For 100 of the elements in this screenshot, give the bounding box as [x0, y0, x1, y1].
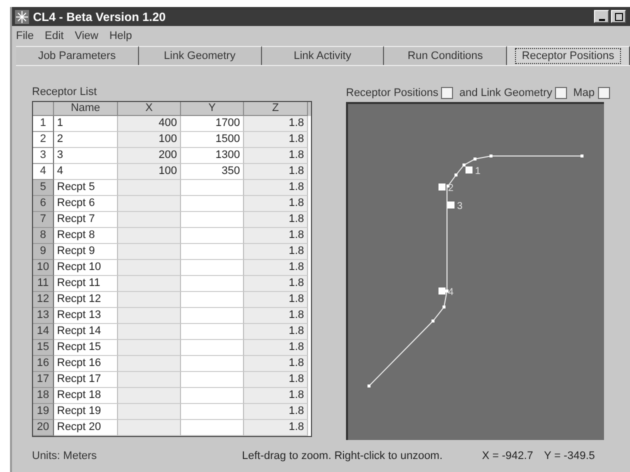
table-cell[interactable]: 1.8 — [244, 228, 308, 244]
table-cell[interactable]: Recpt 15 — [54, 340, 118, 356]
y-coordinate: Y = -349.5 — [544, 450, 596, 462]
table-cell[interactable]: 1.8 — [244, 260, 308, 276]
receptor-label: 4 — [448, 287, 454, 298]
row-header[interactable]: 12 — [33, 292, 54, 308]
table-cell[interactable]: Recpt 16 — [54, 356, 118, 372]
table-cell[interactable]: Recpt 20 — [54, 420, 118, 436]
table-cell[interactable]: 100 — [118, 132, 181, 148]
row-header[interactable]: 17 — [33, 372, 54, 388]
table-cell[interactable]: 1.8 — [244, 292, 308, 308]
row-header[interactable]: 15 — [33, 340, 54, 356]
table-cell[interactable]: 1.8 — [244, 388, 308, 404]
menu-item[interactable]: Help — [109, 30, 132, 42]
row-header[interactable]: 9 — [33, 244, 54, 260]
checkbox[interactable] — [598, 87, 610, 99]
tab[interactable]: Link Geometry — [138, 46, 262, 65]
table-cell[interactable]: 4 — [54, 164, 118, 180]
option-label: Receptor Positions — [346, 87, 438, 99]
table-cell[interactable]: 1.8 — [244, 372, 308, 388]
table-cell[interactable]: Recpt 11 — [54, 276, 118, 292]
row-header[interactable]: 4 — [33, 164, 54, 180]
row-header[interactable]: 11 — [33, 276, 54, 292]
table-cell[interactable]: Recpt 7 — [54, 212, 118, 228]
table-cell[interactable]: 1.8 — [244, 244, 308, 260]
receptor-marker[interactable] — [438, 184, 446, 190]
row-header[interactable]: 7 — [33, 212, 54, 228]
table-cell[interactable]: Recpt 13 — [54, 308, 118, 324]
table-cell[interactable]: Recpt 14 — [54, 324, 118, 340]
receptor-label: 2 — [448, 183, 454, 194]
table-cell[interactable]: 1.8 — [244, 356, 308, 372]
tab[interactable]: Run Conditions — [384, 46, 508, 65]
table-cell[interactable]: 1.8 — [244, 132, 308, 148]
table-cell[interactable]: 1.8 — [244, 404, 308, 420]
units-label: Units: Meters — [31, 450, 98, 462]
table-cell[interactable]: 100 — [118, 164, 181, 180]
row-header[interactable]: 16 — [33, 356, 54, 372]
table-cell[interactable]: 1.8 — [244, 164, 308, 180]
table-cell[interactable]: Recpt 19 — [54, 404, 118, 420]
receptor-label: 1 — [475, 166, 481, 177]
table-cell[interactable]: 1.8 — [244, 340, 308, 356]
x-coordinate: X = -942.7 — [482, 450, 534, 462]
table-cell[interactable]: Recpt 17 — [54, 372, 118, 388]
table-cell[interactable]: Recpt 9 — [54, 244, 118, 260]
window-title: CL4 - Beta Version 1.20 — [33, 10, 166, 24]
app-icon — [15, 10, 29, 24]
table-cell[interactable]: 200 — [118, 148, 181, 164]
column-header[interactable]: Y — [181, 102, 244, 116]
row-header[interactable]: 20 — [33, 420, 54, 436]
table-cell[interactable]: Recpt 18 — [54, 388, 118, 404]
receptor-marker[interactable] — [448, 202, 454, 208]
receptor-marker[interactable] — [438, 288, 446, 294]
table-cell[interactable]: 1.8 — [244, 116, 308, 132]
option-label: Map — [573, 87, 595, 99]
table-cell[interactable]: 1 — [54, 116, 118, 132]
checkbox[interactable] — [441, 87, 454, 99]
row-header[interactable]: 18 — [33, 388, 54, 404]
minimize-icon — [598, 18, 604, 20]
row-header[interactable]: 14 — [33, 324, 54, 340]
table-cell[interactable]: Recpt 5 — [54, 180, 118, 196]
table-cell[interactable]: 1.8 — [244, 324, 308, 340]
maximize-icon — [614, 12, 624, 22]
table-cell[interactable]: 1.8 — [244, 212, 308, 228]
tab[interactable]: Receptor Positions — [507, 46, 630, 65]
table-cell[interactable]: 3 — [54, 148, 118, 164]
row-header[interactable]: 3 — [33, 148, 54, 164]
row-header[interactable]: 19 — [33, 404, 54, 420]
maximize-button[interactable] — [611, 10, 626, 23]
table-cell[interactable]: Recpt 10 — [54, 260, 118, 276]
table-cell[interactable]: Recpt 12 — [54, 292, 118, 308]
section-label: Receptor List — [32, 86, 98, 100]
menu-item[interactable]: View — [74, 30, 98, 42]
table-cell[interactable]: 2 — [54, 132, 118, 148]
row-header[interactable]: 5 — [33, 180, 54, 196]
tab[interactable]: Link Activity — [262, 46, 384, 65]
row-header[interactable]: 1 — [33, 116, 54, 132]
table-cell[interactable]: 1.8 — [244, 276, 308, 292]
row-header[interactable]: 2 — [33, 132, 54, 148]
map-view[interactable]: 1 2 3 4 — [346, 102, 604, 440]
table-cell[interactable]: 1.8 — [244, 308, 308, 324]
row-header[interactable]: 8 — [33, 228, 54, 244]
menu-item[interactable]: File — [16, 30, 34, 42]
table-cell[interactable]: 400 — [118, 116, 181, 132]
row-header[interactable]: 13 — [33, 308, 54, 324]
table-cell[interactable]: Recpt 6 — [54, 196, 118, 212]
tab[interactable]: Job Parameters — [16, 46, 139, 65]
checkbox[interactable] — [555, 87, 568, 99]
row-header[interactable]: 6 — [33, 196, 54, 212]
minimize-button[interactable] — [594, 10, 609, 23]
receptor-marker[interactable] — [466, 166, 472, 174]
receptor-label: 3 — [457, 201, 463, 212]
menu-item[interactable]: Edit — [44, 30, 64, 42]
hint-text: Left-drag to zoom. Right-click to unzoom. — [242, 450, 444, 462]
table-cell[interactable]: Recpt 8 — [54, 228, 118, 244]
row-header[interactable]: 10 — [33, 260, 54, 276]
table-cell[interactable]: 1.8 — [244, 420, 308, 436]
option-label: and Link Geometry — [459, 87, 552, 99]
table-cell[interactable]: 1.8 — [244, 180, 308, 196]
table-cell[interactable]: 1.8 — [244, 196, 308, 212]
table-cell[interactable]: 1.8 — [244, 148, 308, 164]
